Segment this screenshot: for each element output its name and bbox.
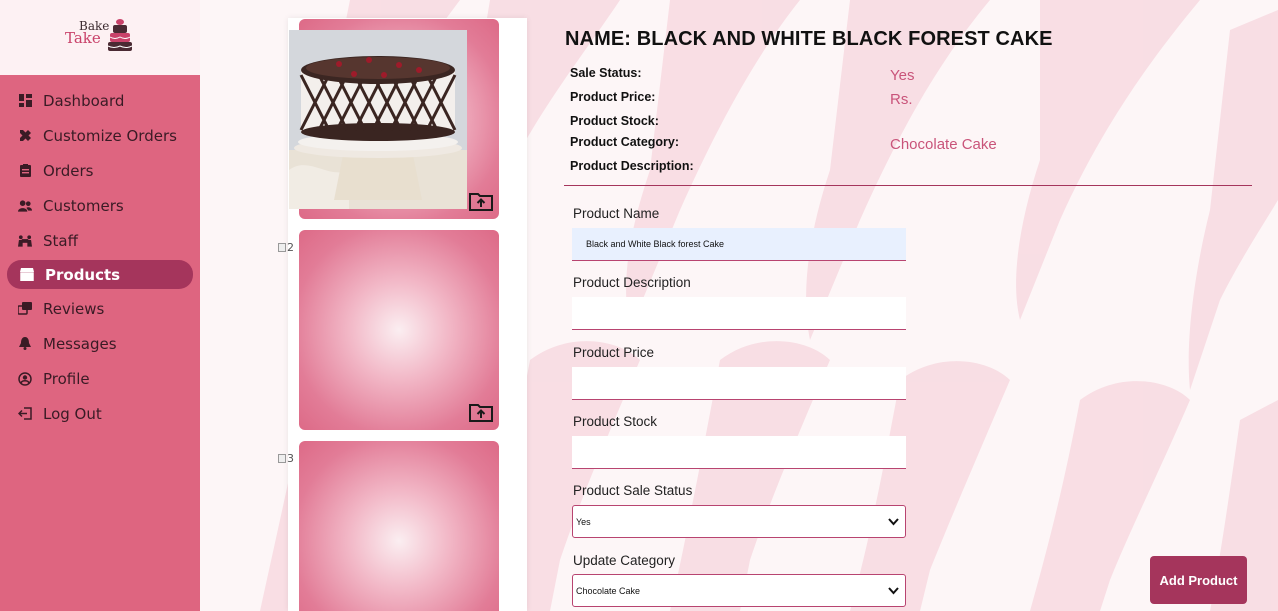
sidebar-item-products[interactable]: Products [7,260,193,289]
sidebar-item-label: Customize Orders [43,126,177,145]
product-images-panel: 2 3 [278,18,527,611]
sidebar-item-label: Orders [43,161,94,180]
sidebar: Bake Take Dashboard Customize Orders Ord… [0,0,200,611]
sale-status-select[interactable]: Yes [572,505,906,538]
sidebar-item-label: Messages [43,334,117,353]
price-value: Rs. [890,91,913,108]
category-selected-value: Chocolate Cake [576,585,641,596]
sidebar-item-label: Dashboard [43,91,125,110]
bell-icon [18,337,32,351]
cake-logo-icon [107,18,133,51]
sidebar-item-label: Log Out [43,404,102,423]
section-divider [564,185,1252,186]
dashboard-icon [18,94,32,108]
clipboard-icon [18,164,32,178]
sidebar-item-label: Staff [43,231,78,250]
sidebar-item-profile[interactable]: Profile [0,361,200,396]
product-description-input[interactable] [572,297,906,330]
logo-text-take: Take [65,28,101,47]
sidebar-item-label: Profile [43,369,90,388]
product-stock-label: Product Stock [573,414,658,429]
staff-icon [18,234,32,248]
product-image-card-3 [299,441,499,611]
cake-photo [289,30,467,209]
sidebar-item-label: Reviews [43,299,105,318]
category-label: Product Category: [570,135,680,149]
sidebar-item-staff[interactable]: Staff [0,223,200,258]
sidebar-item-messages[interactable]: Messages [0,326,200,361]
product-description-label: Product Description [573,275,691,290]
product-price-label: Product Price [573,345,655,360]
broken-image-alt: 2 [287,241,294,254]
upload-folder-icon[interactable] [469,402,493,422]
store-icon [20,268,34,282]
sidebar-item-logout[interactable]: Log Out [0,396,200,431]
broken-image-3: 3 [278,452,294,465]
add-product-button[interactable]: Add Product [1150,556,1247,604]
sidebar-item-customize-orders[interactable]: Customize Orders [0,118,200,153]
reviews-icon [18,302,32,316]
broken-image-alt: 3 [287,452,294,465]
product-title: NAME: BLACK AND WHITE BLACK FOREST CAKE [565,28,1053,50]
update-category-label: Update Category [573,553,676,568]
chevron-down-icon [888,518,899,526]
category-value: Chocolate Cake [890,136,997,153]
chevron-down-icon [888,587,899,595]
product-image-card-2 [299,230,499,430]
upload-folder-icon[interactable] [469,191,493,211]
tools-icon [18,129,32,143]
product-price-input[interactable] [572,367,906,400]
product-name-label: Product Name [573,206,660,221]
sidebar-item-label: Products [45,265,121,284]
sale-status-selected-value: Yes [576,516,591,527]
logout-icon [18,407,32,421]
category-select[interactable]: Chocolate Cake [572,574,906,607]
stock-label: Product Stock: [570,114,659,128]
sidebar-item-orders[interactable]: Orders [0,153,200,188]
sidebar-item-label: Customers [43,196,124,215]
product-stock-input[interactable] [572,436,906,469]
users-icon [18,199,32,213]
description-label: Product Description: [570,159,694,173]
sidebar-nav: Dashboard Customize Orders Orders Custom… [0,83,200,431]
logo[interactable]: Bake Take [0,0,200,75]
product-name-input[interactable] [572,228,906,261]
sidebar-item-reviews[interactable]: Reviews [0,291,200,326]
sale-status-value: Yes [890,67,915,84]
broken-image-2: 2 [278,241,294,254]
sidebar-item-dashboard[interactable]: Dashboard [0,83,200,118]
product-image-card-1 [289,19,499,219]
sidebar-item-customers[interactable]: Customers [0,188,200,223]
product-sale-status-label: Product Sale Status [573,483,693,498]
price-label: Product Price: [570,90,656,104]
user-circle-icon [18,371,32,386]
sale-status-label: Sale Status: [570,66,642,80]
